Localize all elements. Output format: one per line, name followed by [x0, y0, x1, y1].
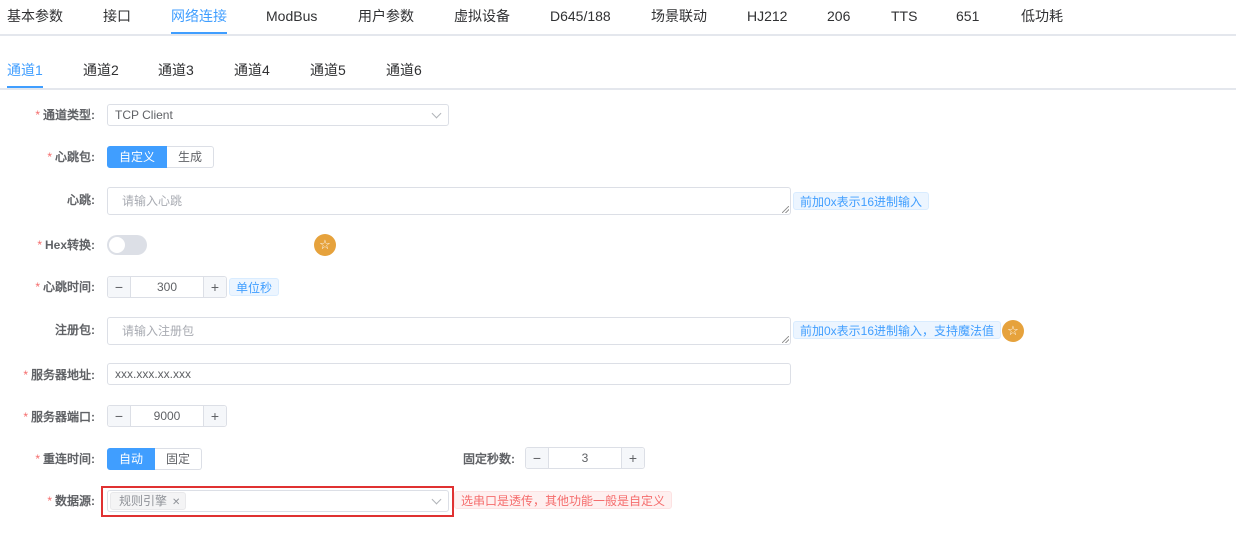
required-mark: * — [23, 368, 28, 382]
tab-channel-1[interactable]: 通道1 — [7, 56, 43, 88]
fixed-seconds-value[interactable]: 3 — [549, 448, 621, 468]
hex-convert-switch[interactable] — [107, 235, 147, 255]
server-port-stepper[interactable]: − 9000 + — [107, 405, 227, 427]
register-pkg-hint: 前加0x表示16进制输入，支持魔法值 — [793, 321, 1002, 339]
server-port-label: * 服务器端口: — [23, 410, 95, 424]
tab-d645[interactable]: D645/188 — [550, 0, 611, 32]
resize-handle-icon[interactable] — [782, 206, 789, 213]
tab-206[interactable]: 206 — [827, 0, 850, 32]
tab-channel-3[interactable]: 通道3 — [158, 56, 194, 86]
required-mark: * — [37, 238, 42, 252]
chevron-down-icon — [431, 494, 442, 505]
plus-icon[interactable]: + — [203, 277, 226, 297]
resize-handle-icon[interactable] — [782, 336, 789, 343]
heartbeat-pkg-label: * 心跳包: — [47, 150, 95, 164]
tab-channel-5[interactable]: 通道5 — [310, 56, 346, 86]
minus-icon[interactable]: − — [108, 277, 131, 297]
tab-channel-2[interactable]: 通道2 — [83, 56, 119, 86]
tab-channel-6[interactable]: 通道6 — [386, 56, 422, 86]
channel-type-label: * 通道类型: — [35, 108, 95, 122]
tab-basic-params[interactable]: 基本参数 — [7, 0, 63, 32]
data-source-tag-label: 规则引擎 — [119, 494, 168, 508]
required-mark: * — [23, 410, 28, 424]
heartbeat-time-value[interactable]: 300 — [131, 277, 203, 297]
server-port-value[interactable]: 9000 — [131, 406, 203, 426]
fixed-seconds-label: 固定秒数: — [463, 452, 515, 466]
server-address-label: * 服务器地址: — [23, 368, 95, 382]
plus-icon[interactable]: + — [203, 406, 226, 426]
minus-icon[interactable]: − — [108, 406, 131, 426]
tab-651[interactable]: 651 — [956, 0, 979, 32]
required-mark: * — [47, 494, 52, 508]
required-mark: * — [35, 108, 40, 122]
data-source-tag: 规则引擎 ✕ — [110, 492, 187, 510]
star-icon[interactable]: ☆ — [314, 234, 336, 256]
tab-virtual-device[interactable]: 虚拟设备 — [454, 0, 510, 32]
channel-type-select[interactable]: TCP Client — [107, 104, 449, 126]
tab-hj212[interactable]: HJ212 — [747, 0, 787, 32]
tab-user-params[interactable]: 用户参数 — [358, 0, 414, 32]
register-pkg-placeholder: 请输入注册包 — [122, 324, 195, 338]
switch-knob — [109, 237, 125, 253]
reconnect-radio-group: 自动 固定 — [107, 448, 203, 470]
channel-type-value: TCP Client — [115, 108, 173, 122]
reconnect-time-label: * 重连时间: — [35, 452, 95, 466]
heartbeat-placeholder: 请输入心跳 — [122, 194, 183, 208]
close-icon[interactable]: ✕ — [172, 497, 180, 508]
tab-interface[interactable]: 接口 — [103, 0, 131, 32]
data-source-label: * 数据源: — [47, 494, 95, 508]
heartbeat-label: 心跳: — [67, 193, 95, 207]
server-address-input[interactable]: xxx.xxx.xx.xxx — [107, 363, 791, 385]
hex-convert-label: * Hex转换: — [37, 238, 95, 252]
heartbeat-time-label: * 心跳时间: — [35, 280, 95, 294]
heartbeat-generate-button[interactable]: 生成 — [167, 146, 215, 168]
heartbeat-hint: 前加0x表示16进制输入 — [793, 192, 930, 210]
register-pkg-label: 注册包: — [55, 323, 95, 337]
heartbeat-time-unit: 单位秒 — [229, 278, 280, 296]
data-source-hint: 选串口是透传，其他功能一般是自定义 — [454, 491, 673, 509]
tab-low-power[interactable]: 低功耗 — [1021, 0, 1063, 32]
server-address-value: xxx.xxx.xx.xxx — [115, 367, 192, 381]
tab-channel-4[interactable]: 通道4 — [234, 56, 270, 86]
required-mark: * — [47, 150, 52, 164]
top-tab-bar: 基本参数 接口 网络连接 ModBus 用户参数 虚拟设备 D645/188 场… — [0, 0, 1236, 36]
required-mark: * — [35, 452, 40, 466]
required-mark: * — [35, 280, 40, 294]
register-pkg-input[interactable]: 请输入注册包 — [107, 317, 791, 345]
plus-icon[interactable]: + — [621, 448, 644, 468]
fixed-seconds-stepper[interactable]: − 3 + — [525, 447, 645, 469]
tab-tts[interactable]: TTS — [891, 0, 917, 32]
heartbeat-input[interactable]: 请输入心跳 — [107, 187, 791, 215]
chevron-down-icon — [431, 108, 442, 119]
tab-network[interactable]: 网络连接 — [171, 0, 227, 34]
star-icon[interactable]: ☆ — [1002, 320, 1024, 342]
minus-icon[interactable]: − — [526, 448, 549, 468]
channel-tab-bar: 通道1 通道2 通道3 通道4 通道5 通道6 — [0, 56, 1236, 90]
reconnect-fixed-button[interactable]: 固定 — [155, 448, 203, 470]
heartbeat-pkg-radio-group: 自定义 生成 — [107, 146, 215, 168]
heartbeat-custom-button[interactable]: 自定义 — [107, 146, 168, 168]
tab-modbus[interactable]: ModBus — [266, 0, 317, 32]
reconnect-auto-button[interactable]: 自动 — [107, 448, 156, 470]
heartbeat-time-stepper[interactable]: − 300 + — [107, 276, 227, 298]
tab-scene-linkage[interactable]: 场景联动 — [651, 0, 707, 32]
